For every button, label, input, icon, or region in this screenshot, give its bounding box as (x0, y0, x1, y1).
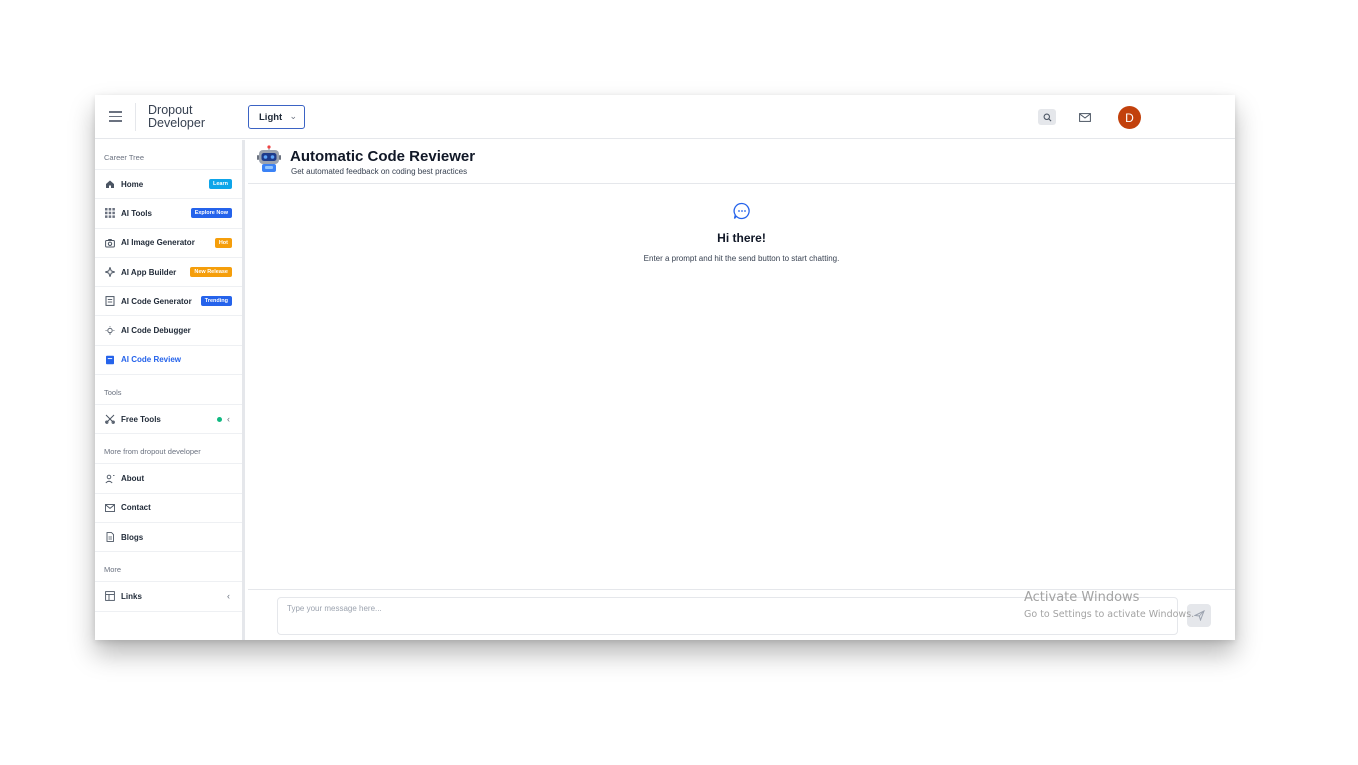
watermark-title: Activate Windows (1024, 590, 1140, 605)
section-label-tools: Tools (95, 375, 242, 406)
sidebar-item-links[interactable]: Links ‹ (95, 582, 242, 612)
welcome-title: Hi there! (717, 231, 766, 245)
sidebar-item-ai-code-debugger[interactable]: AI Code Debugger (95, 316, 242, 346)
sidebar-item-label: Blogs (121, 532, 144, 542)
top-bar: Dropout Developer Light ⌄ D (95, 95, 1235, 139)
send-icon (1193, 610, 1205, 621)
sidebar-item-about[interactable]: About (95, 464, 242, 494)
activate-windows-watermark: Activate Windows Go to Settings to activ… (1024, 590, 1194, 620)
page-subtitle: Get automated feedback on coding best pr… (291, 167, 468, 176)
welcome-text: Enter a prompt and hit the send button t… (643, 254, 840, 263)
badge-explore-now: Explore Now (190, 208, 232, 219)
theme-select-value: Light (259, 112, 283, 123)
sidebar-item-label: Home (121, 179, 144, 189)
scissors-icon (105, 414, 115, 425)
status-dot (217, 417, 222, 423)
badge-new-release: New Release (190, 266, 232, 277)
watermark-subtitle: Go to Settings to activate Windows. (1024, 609, 1195, 620)
sidebar-item-label: AI Image Generator (121, 238, 195, 248)
layout-icon (105, 591, 115, 602)
sidebar-item-contact[interactable]: Contact (95, 494, 242, 523)
robot-icon (257, 145, 281, 172)
theme-select[interactable]: Light ⌄ (248, 105, 305, 129)
section-label-career-tree: Career Tree (95, 140, 242, 170)
badge-learn: Learn (209, 179, 232, 189)
sidebar-item-label: Free Tools (121, 414, 161, 424)
brand-divider (135, 103, 136, 131)
avatar[interactable]: D (1118, 106, 1141, 129)
sidebar-item-ai-code-review[interactable]: AI Code Review (95, 346, 242, 376)
sidebar-item-label: AI App Builder (121, 267, 177, 277)
brand-line2: Developer (148, 116, 205, 130)
menu-icon[interactable] (109, 111, 122, 122)
sidebar-item-free-tools[interactable]: Free Tools ‹ (95, 405, 242, 435)
camera-icon (105, 238, 115, 248)
person-icon (105, 474, 115, 484)
sidebar-item-label: AI Tools (121, 208, 152, 218)
main-content: Automatic Code Reviewer Get automated fe… (248, 140, 1235, 640)
review-icon (105, 355, 115, 365)
chevron-left-icon[interactable]: ‹ (227, 591, 230, 601)
document-icon (105, 532, 115, 542)
sparkle-icon (105, 267, 115, 278)
mail-icon (105, 503, 115, 513)
sidebar-item-ai-code-generator[interactable]: AI Code Generator Trending (95, 287, 242, 317)
search-button[interactable] (1038, 109, 1056, 125)
sidebar-item-ai-tools[interactable]: AI Tools Explore Now (95, 199, 242, 229)
section-label-more-from: More from dropout developer (95, 434, 242, 465)
code-file-icon (105, 296, 115, 307)
sidebar-item-ai-image-generator[interactable]: AI Image Generator Hot (95, 229, 242, 258)
chevron-down-icon: ⌄ (289, 111, 297, 121)
badge-trending: Trending (200, 296, 232, 307)
sidebar-item-label: Links (121, 591, 142, 601)
search-icon (1043, 113, 1051, 121)
brand-logo[interactable]: Dropout Developer (148, 104, 205, 130)
grid-icon (105, 208, 115, 219)
sidebar-item-label: Contact (121, 503, 151, 513)
mail-icon (1079, 112, 1091, 122)
sidebar: Career Tree Home Learn AI Tools Explore … (95, 140, 245, 640)
section-label-more: More (95, 552, 242, 583)
home-icon (105, 179, 115, 189)
welcome-panel: Hi there! Enter a prompt and hit the sen… (248, 202, 1235, 263)
app-window: Dropout Developer Light ⌄ D Career Tree … (95, 95, 1235, 640)
sidebar-item-blogs[interactable]: Blogs (95, 523, 242, 553)
page-title: Automatic Code Reviewer (290, 148, 476, 165)
sidebar-item-label: AI Code Generator (121, 296, 192, 306)
sidebar-item-label: AI Code Review (121, 355, 182, 365)
sidebar-item-label: AI Code Debugger (121, 326, 191, 336)
chat-bubble-icon (732, 202, 750, 220)
chevron-left-icon[interactable]: ‹ (227, 414, 230, 424)
sidebar-item-label: About (121, 474, 145, 484)
messages-button[interactable] (1076, 109, 1094, 125)
sidebar-item-ai-app-builder[interactable]: AI App Builder New Release (95, 258, 242, 288)
bulb-icon (105, 325, 115, 336)
page-header: Automatic Code Reviewer Get automated fe… (248, 140, 1235, 184)
sidebar-item-home[interactable]: Home Learn (95, 170, 242, 200)
badge-hot: Hot (214, 237, 232, 248)
